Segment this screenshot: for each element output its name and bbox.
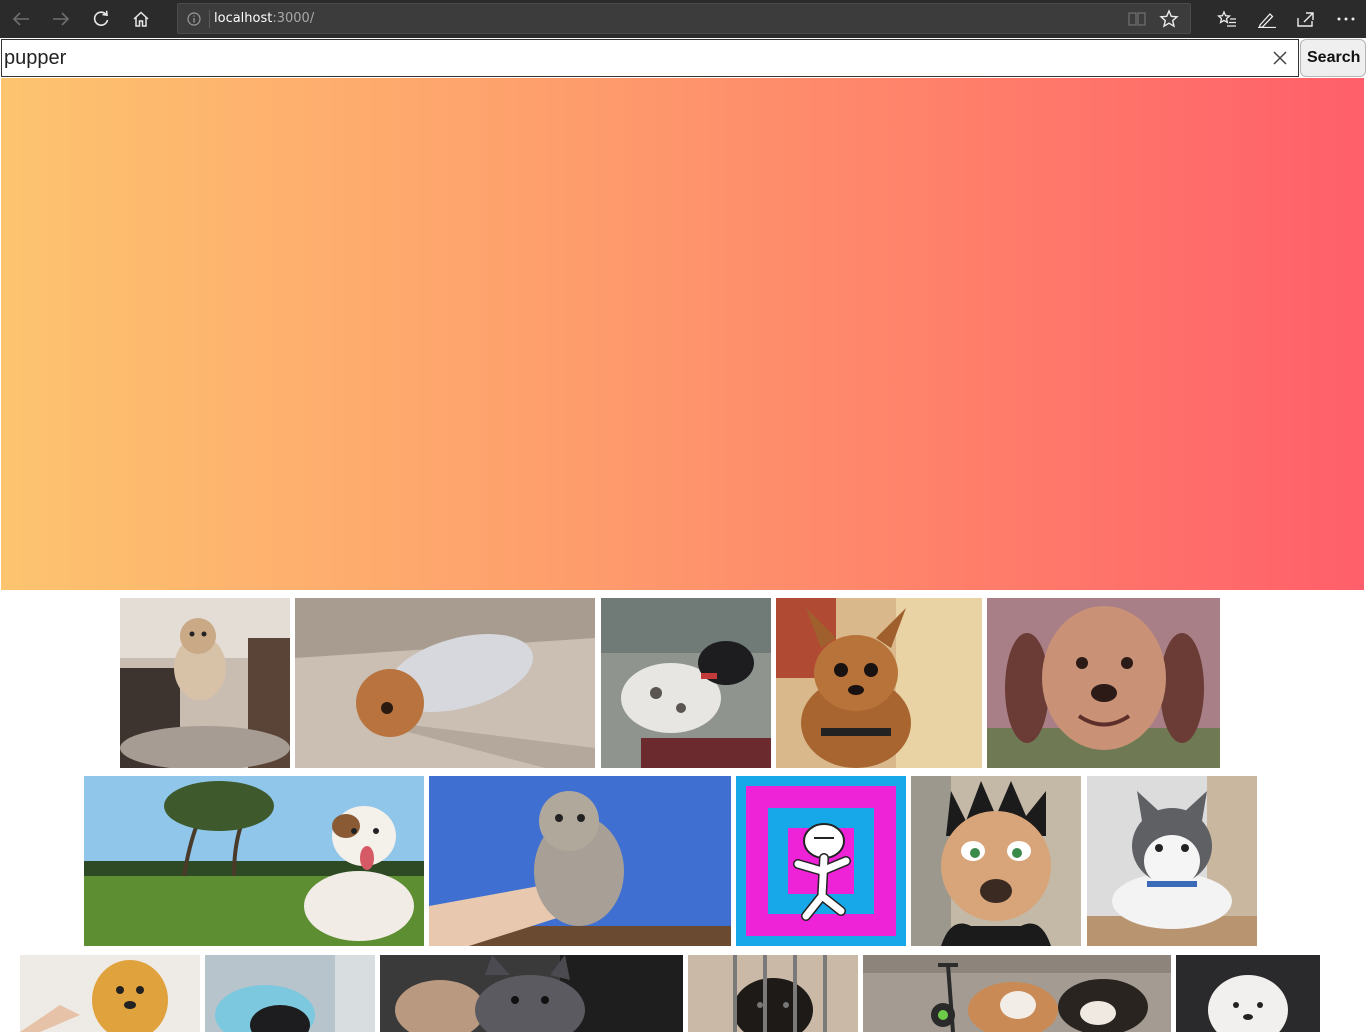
search-input[interactable]	[2, 40, 1262, 76]
gif-results-grid	[0, 590, 1366, 1032]
url-path: :3000/	[272, 11, 315, 26]
forward-arrow-icon	[53, 12, 70, 26]
puppy-in-crate-image	[688, 955, 858, 1032]
pomeranian-brushing-image	[20, 955, 200, 1032]
pug-bath-image	[205, 955, 375, 1032]
home-icon	[133, 11, 149, 27]
address-bar[interactable]: localhost:3000/	[177, 3, 1191, 34]
gif-tile-pug-bath[interactable]	[205, 955, 375, 1032]
held-pomeranian-image	[429, 776, 731, 946]
gif-tile-jack-russell-in-field[interactable]	[84, 776, 424, 946]
url-host: localhost	[214, 11, 273, 26]
search-bar: Search	[0, 38, 1366, 78]
favorites-hub-button[interactable]	[1210, 4, 1244, 34]
refresh-icon	[93, 10, 109, 26]
browser-toolbar: localhost:3000/	[0, 0, 1366, 38]
gif-tile-smiling-hound[interactable]	[987, 598, 1220, 768]
clear-search-icon[interactable]	[1271, 49, 1289, 67]
favorites-list-icon	[1217, 10, 1236, 27]
gif-tile-husky-puppy[interactable]	[1087, 776, 1257, 946]
gif-tile-surprised-chihuahua[interactable]	[776, 598, 982, 768]
back-button[interactable]	[5, 4, 37, 34]
husky-puppy-image	[1087, 776, 1257, 946]
pen-icon	[1258, 13, 1276, 28]
share-icon	[1297, 12, 1314, 27]
more-dots-icon	[1337, 17, 1355, 21]
reading-view-icon[interactable]	[1128, 11, 1146, 27]
gif-tile-beagles-with-scooter[interactable]	[863, 955, 1171, 1032]
gif-tile-pomeranian-in-hoodie[interactable]	[295, 598, 595, 768]
web-notes-button[interactable]	[1250, 4, 1284, 34]
back-arrow-icon	[12, 12, 29, 26]
forward-button[interactable]	[45, 4, 77, 34]
gif-tile-pomeranian-brushing[interactable]	[20, 955, 200, 1032]
beagles-scooter-image	[863, 955, 1171, 1032]
address-separator	[209, 10, 210, 28]
jumping-terrier-image	[120, 598, 290, 768]
gif-tile-dog-on-couch[interactable]	[601, 598, 771, 768]
smiling-hound-image	[987, 598, 1220, 768]
search-input-container	[1, 39, 1299, 77]
hero-gradient-banner	[1, 78, 1364, 590]
gif-tile-jumping-terrier[interactable]	[120, 598, 290, 768]
gif-tile-cartoon-dog-mask[interactable]	[911, 776, 1081, 946]
search-button[interactable]: Search	[1300, 39, 1366, 77]
dog-on-couch-image	[601, 598, 771, 768]
surprised-chihuahua-image	[776, 598, 982, 768]
jack-russell-field-image	[84, 776, 424, 946]
gif-tile-held-pomeranian-puppy[interactable]	[429, 776, 731, 946]
french-bulldog-image	[380, 955, 683, 1032]
refresh-button[interactable]	[85, 4, 117, 34]
white-fluffy-puppy-image	[1176, 955, 1320, 1032]
home-button[interactable]	[125, 4, 157, 34]
favorite-star-icon[interactable]	[1159, 9, 1179, 29]
cartoon-dog-mask-image	[911, 776, 1081, 946]
share-button[interactable]	[1289, 4, 1323, 34]
cartoon-dancer-image	[736, 776, 906, 946]
site-info-icon[interactable]	[187, 12, 201, 26]
gif-tile-cartoon-dancer[interactable]	[736, 776, 906, 946]
gif-tile-french-bulldog[interactable]	[380, 955, 683, 1032]
url-text[interactable]: localhost:3000/	[214, 11, 314, 26]
pomeranian-hoodie-image	[295, 598, 595, 768]
gif-tile-white-fluffy-puppy[interactable]	[1176, 955, 1320, 1032]
gif-tile-puppy-in-crate[interactable]	[688, 955, 858, 1032]
more-menu-button[interactable]	[1329, 4, 1363, 34]
